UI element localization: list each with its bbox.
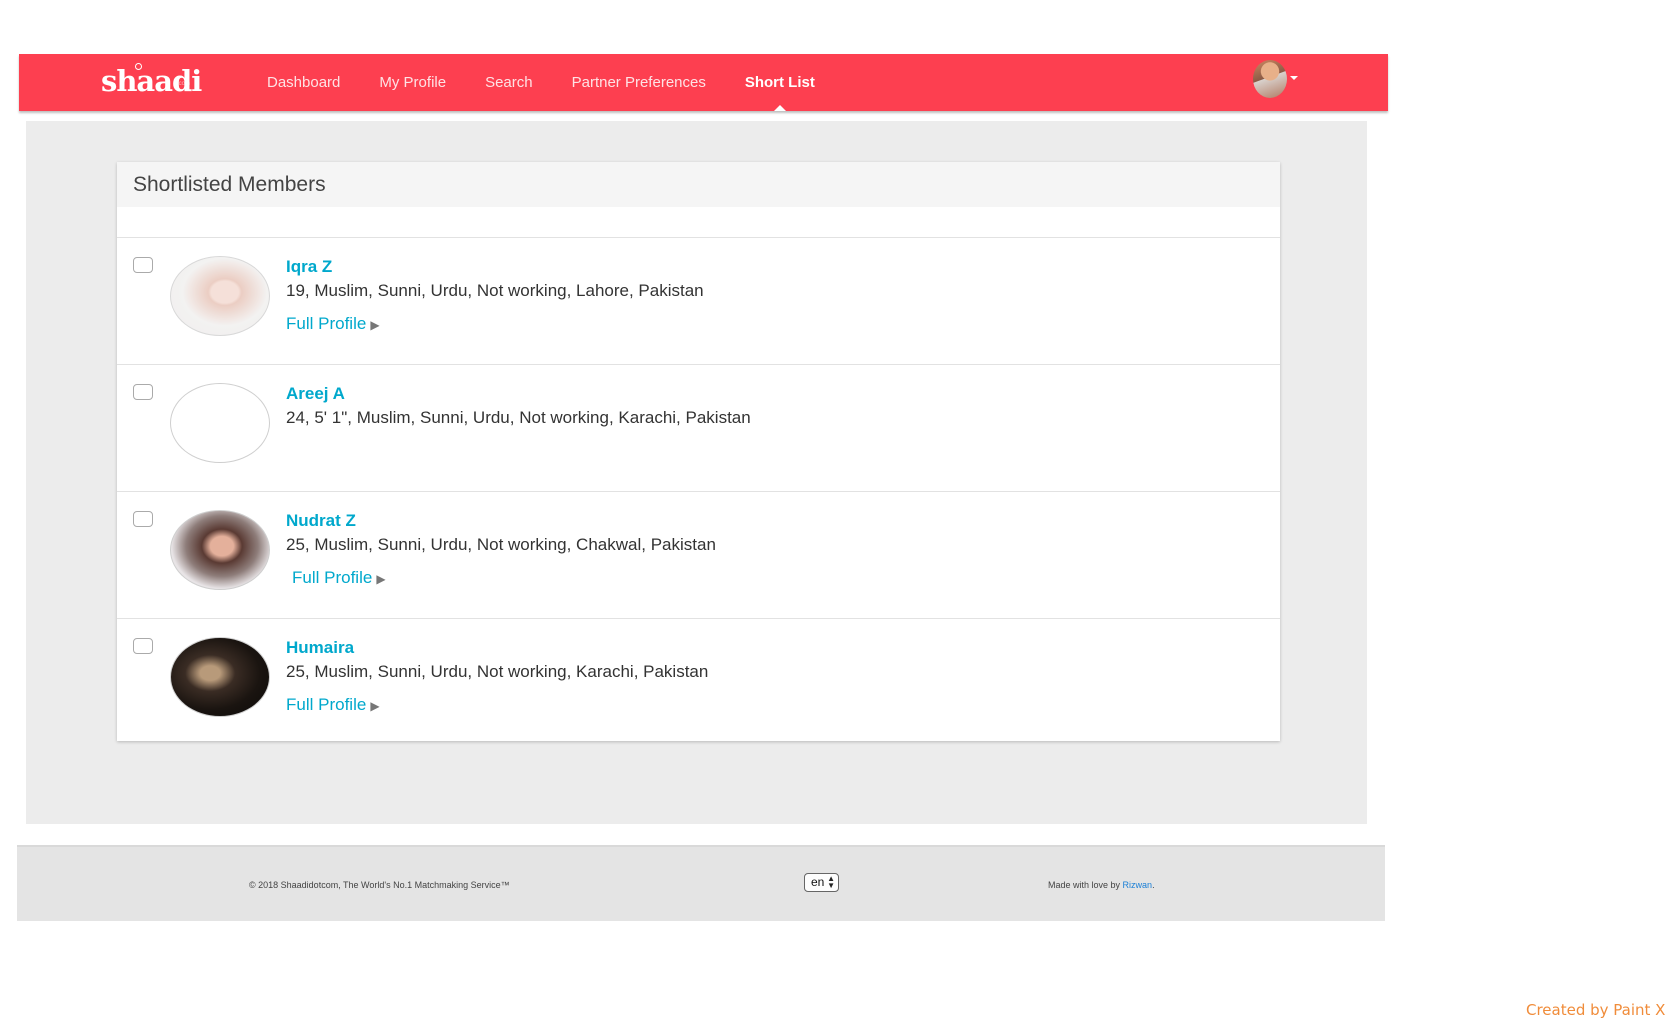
language-value: en [811, 875, 825, 889]
logo-subtext: .com [177, 81, 191, 87]
member-photo[interactable] [170, 383, 270, 463]
author-link[interactable]: Rizwan [1123, 880, 1153, 890]
language-select[interactable]: en ▲ ▼ [804, 873, 839, 892]
member-details: 24, 5' 1", Muslim, Sunni, Urdu, Not work… [286, 408, 751, 427]
play-arrow-icon: ▶ [370, 699, 380, 713]
member-checkbox[interactable] [133, 384, 153, 400]
member-row: Iqra Z 19, Muslim, Sunni, Urdu, Not work… [117, 238, 1280, 365]
chevron-down-icon[interactable] [1290, 76, 1298, 80]
member-name[interactable]: Areej A [286, 384, 345, 404]
play-arrow-icon: ▶ [370, 318, 380, 332]
made-by-text: Made with love by Rizwan. [1048, 880, 1155, 890]
member-checkbox[interactable] [133, 511, 153, 527]
member-row: Areej A 24, 5' 1", Muslim, Sunni, Urdu, … [117, 365, 1280, 492]
nav-short-list[interactable]: Short List [745, 54, 815, 111]
nav-dashboard[interactable]: Dashboard [267, 54, 340, 111]
member-photo[interactable] [170, 256, 270, 336]
user-avatar[interactable] [1253, 60, 1287, 98]
card-title: Shortlisted Members [117, 162, 1280, 207]
member-name[interactable]: Humaira [286, 638, 354, 658]
made-by-suffix: . [1152, 880, 1155, 890]
nav-partner-preferences[interactable]: Partner Preferences [572, 54, 706, 111]
member-checkbox[interactable] [133, 257, 153, 273]
member-row: Nudrat Z 25, Muslim, Sunni, Urdu, Not wo… [117, 492, 1280, 619]
shortlist-card: Shortlisted Members Iqra Z 19, Muslim, S… [117, 162, 1280, 741]
full-profile-link[interactable]: Full Profile ▶ [292, 568, 386, 588]
watermark-text: Created by Paint X [1526, 1001, 1666, 1019]
copyright-text: © 2018 Shaadidotcom, The World's No.1 Ma… [249, 880, 510, 890]
main-nav: Dashboard My Profile Search Partner Pref… [267, 54, 854, 111]
member-photo[interactable] [170, 637, 270, 717]
top-navbar: shaadi .com Dashboard My Profile Search … [19, 54, 1388, 111]
up-down-caret-icon: ▲ ▼ [827, 874, 835, 890]
member-row: Humaira 25, Muslim, Sunni, Urdu, Not wor… [117, 619, 1280, 738]
full-profile-link[interactable]: Full Profile ▶ [286, 314, 380, 334]
member-photo[interactable] [170, 510, 270, 590]
full-profile-link[interactable]: Full Profile ▶ [286, 695, 380, 715]
full-profile-label: Full Profile [286, 314, 367, 333]
play-arrow-icon: ▶ [376, 572, 386, 586]
member-name[interactable]: Iqra Z [286, 257, 332, 277]
member-details: 25, Muslim, Sunni, Urdu, Not working, Ka… [286, 662, 709, 681]
member-details: 25, Muslim, Sunni, Urdu, Not working, Ch… [286, 535, 716, 554]
shaadi-logo[interactable]: shaadi .com [101, 63, 202, 98]
member-details: 19, Muslim, Sunni, Urdu, Not working, La… [286, 281, 704, 300]
member-checkbox[interactable] [133, 638, 153, 654]
nav-search[interactable]: Search [485, 54, 533, 111]
page-footer: © 2018 Shaadidotcom, The World's No.1 Ma… [17, 845, 1385, 921]
full-profile-label: Full Profile [286, 695, 367, 714]
member-name[interactable]: Nudrat Z [286, 511, 356, 531]
card-spacer [117, 207, 1280, 238]
made-by-prefix: Made with love by [1048, 880, 1123, 890]
full-profile-label: Full Profile [292, 568, 373, 587]
logo-ring-icon [135, 63, 142, 70]
nav-my-profile[interactable]: My Profile [379, 54, 446, 111]
